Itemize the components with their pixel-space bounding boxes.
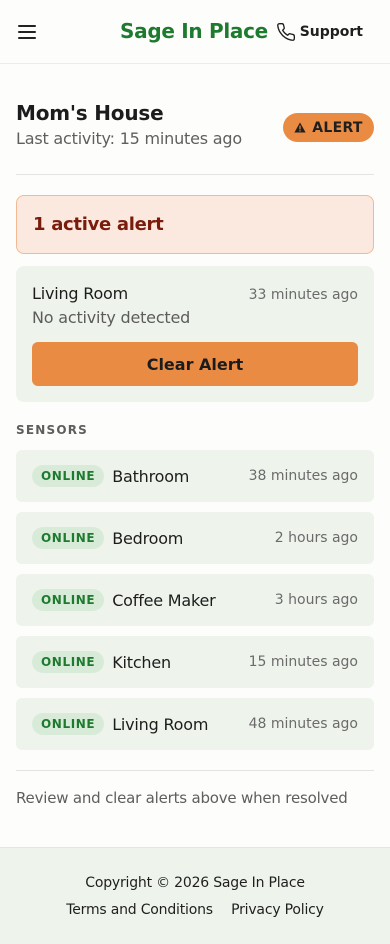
sensor-name: Bedroom bbox=[112, 528, 184, 548]
sensor-name: Bathroom bbox=[112, 466, 190, 486]
sensor-row[interactable]: ONLINE Kitchen 15 minutes ago bbox=[16, 636, 374, 688]
terms-link[interactable]: Terms and Conditions bbox=[66, 902, 213, 918]
top-bar: Sage In Place Support bbox=[0, 0, 390, 64]
status-badge: ONLINE bbox=[32, 651, 105, 673]
status-badge: ONLINE bbox=[32, 527, 105, 549]
sensor-row[interactable]: ONLINE Bathroom 38 minutes ago bbox=[16, 450, 374, 502]
copyright: Copyright © 2026 Sage In Place bbox=[85, 875, 305, 891]
warning-icon bbox=[294, 122, 306, 133]
sensor-time: 3 hours ago bbox=[274, 592, 358, 608]
status-badge: ONLINE bbox=[32, 713, 105, 735]
hint-text: Review and clear alerts above when resol… bbox=[16, 789, 348, 807]
sensors-heading: SENSORS bbox=[16, 423, 89, 437]
status-badge: ONLINE bbox=[32, 589, 105, 611]
sensor-time: 38 minutes ago bbox=[248, 468, 358, 484]
sensor-name: Kitchen bbox=[112, 652, 171, 672]
status-badge: ONLINE bbox=[32, 465, 105, 487]
active-alert-banner: 1 active alert bbox=[16, 195, 374, 254]
divider bbox=[16, 174, 374, 175]
sensor-row[interactable]: ONLINE Coffee Maker 3 hours ago bbox=[16, 574, 374, 626]
divider bbox=[16, 770, 374, 771]
sensor-name: Coffee Maker bbox=[112, 590, 216, 610]
support-link[interactable]: Support bbox=[276, 22, 363, 42]
sensor-row[interactable]: ONLINE Bedroom 2 hours ago bbox=[16, 512, 374, 564]
sensor-name: Living Room bbox=[112, 714, 209, 734]
alert-time: 33 minutes ago bbox=[248, 287, 358, 303]
status-badge-label: ALERT bbox=[312, 119, 363, 136]
status-badge: ALERT bbox=[283, 113, 374, 142]
clear-alert-button[interactable]: Clear Alert bbox=[32, 342, 358, 386]
privacy-link[interactable]: Privacy Policy bbox=[231, 902, 324, 918]
alert-room: Living Room bbox=[32, 284, 129, 303]
alert-message: No activity detected bbox=[32, 308, 191, 327]
sensor-time: 2 hours ago bbox=[274, 530, 358, 546]
sensor-time: 48 minutes ago bbox=[248, 716, 358, 732]
phone-icon bbox=[276, 22, 295, 41]
sensor-time: 15 minutes ago bbox=[248, 654, 358, 670]
house-summary: Mom's House Last activity: 15 minutes ag… bbox=[16, 101, 374, 156]
support-label: Support bbox=[299, 24, 363, 40]
sensor-row[interactable]: ONLINE Living Room 48 minutes ago bbox=[16, 698, 374, 750]
footer: Copyright © 2026 Sage In Place Terms and… bbox=[0, 847, 390, 944]
alert-card: Living Room 33 minutes ago No activity d… bbox=[16, 266, 374, 402]
